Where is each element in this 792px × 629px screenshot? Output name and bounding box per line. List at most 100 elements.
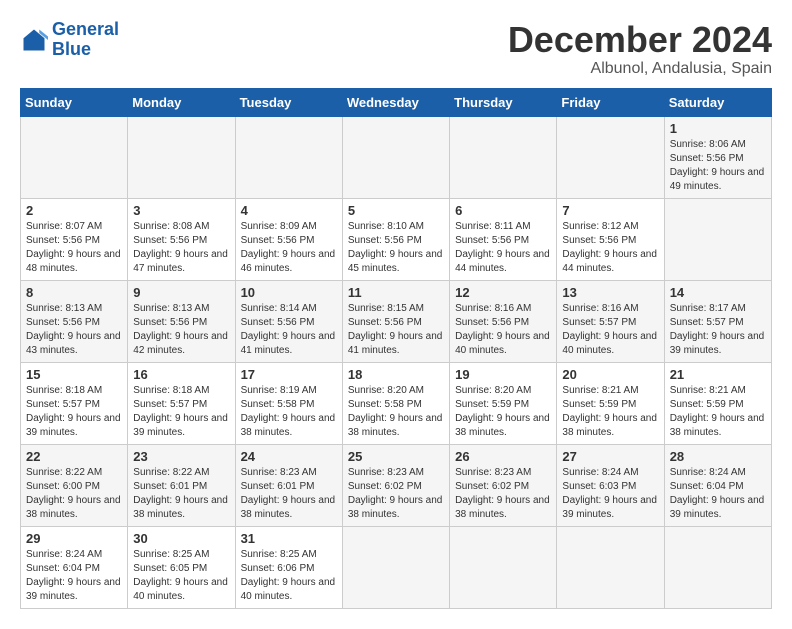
table-row: 16 Sunrise: 8:18 AMSunset: 5:57 PMDaylig…: [128, 362, 235, 444]
day-info: Sunrise: 8:25 AMSunset: 6:06 PMDaylight:…: [241, 549, 336, 602]
day-number: 21: [670, 367, 766, 382]
table-row: 21 Sunrise: 8:21 AMSunset: 5:59 PMDaylig…: [664, 362, 771, 444]
day-info: Sunrise: 8:24 AMSunset: 6:04 PMDaylight:…: [26, 549, 121, 602]
table-row: 10 Sunrise: 8:14 AMSunset: 5:56 PMDaylig…: [235, 280, 342, 362]
day-info: Sunrise: 8:21 AMSunset: 5:59 PMDaylight:…: [562, 385, 657, 438]
day-number: 5: [348, 203, 444, 218]
title-area: December 2024 Albunol, Andalusia, Spain: [508, 20, 772, 78]
calendar-week-row: 8 Sunrise: 8:13 AMSunset: 5:56 PMDayligh…: [21, 280, 772, 362]
day-number: 31: [241, 531, 337, 546]
day-info: Sunrise: 8:24 AMSunset: 6:03 PMDaylight:…: [562, 467, 657, 520]
day-info: Sunrise: 8:22 AMSunset: 6:01 PMDaylight:…: [133, 467, 228, 520]
table-row: 25 Sunrise: 8:23 AMSunset: 6:02 PMDaylig…: [342, 444, 449, 526]
calendar-week-row: 1 Sunrise: 8:06 AMSunset: 5:56 PMDayligh…: [21, 116, 772, 198]
day-number: 2: [26, 203, 122, 218]
table-row: 6 Sunrise: 8:11 AMSunset: 5:56 PMDayligh…: [450, 198, 557, 280]
day-info: Sunrise: 8:19 AMSunset: 5:58 PMDaylight:…: [241, 385, 336, 438]
day-number: 16: [133, 367, 229, 382]
table-row: 22 Sunrise: 8:22 AMSunset: 6:00 PMDaylig…: [21, 444, 128, 526]
day-number: 27: [562, 449, 658, 464]
day-number: 23: [133, 449, 229, 464]
table-row: [450, 526, 557, 608]
table-row: 12 Sunrise: 8:16 AMSunset: 5:56 PMDaylig…: [450, 280, 557, 362]
day-info: Sunrise: 8:14 AMSunset: 5:56 PMDaylight:…: [241, 303, 336, 356]
table-row: [342, 116, 449, 198]
logo-icon: [20, 26, 48, 54]
day-number: 25: [348, 449, 444, 464]
day-info: Sunrise: 8:22 AMSunset: 6:00 PMDaylight:…: [26, 467, 121, 520]
table-row: 20 Sunrise: 8:21 AMSunset: 5:59 PMDaylig…: [557, 362, 664, 444]
table-row: 7 Sunrise: 8:12 AMSunset: 5:56 PMDayligh…: [557, 198, 664, 280]
day-info: Sunrise: 8:10 AMSunset: 5:56 PMDaylight:…: [348, 221, 443, 274]
day-number: 1: [670, 121, 766, 136]
table-row: 14 Sunrise: 8:17 AMSunset: 5:57 PMDaylig…: [664, 280, 771, 362]
day-number: 17: [241, 367, 337, 382]
header-tuesday: Tuesday: [235, 88, 342, 116]
day-info: Sunrise: 8:09 AMSunset: 5:56 PMDaylight:…: [241, 221, 336, 274]
day-info: Sunrise: 8:23 AMSunset: 6:02 PMDaylight:…: [455, 467, 550, 520]
table-row: 27 Sunrise: 8:24 AMSunset: 6:03 PMDaylig…: [557, 444, 664, 526]
table-row: 17 Sunrise: 8:19 AMSunset: 5:58 PMDaylig…: [235, 362, 342, 444]
day-info: Sunrise: 8:23 AMSunset: 6:02 PMDaylight:…: [348, 467, 443, 520]
table-row: [21, 116, 128, 198]
day-info: Sunrise: 8:25 AMSunset: 6:05 PMDaylight:…: [133, 549, 228, 602]
table-row: 8 Sunrise: 8:13 AMSunset: 5:56 PMDayligh…: [21, 280, 128, 362]
table-row: [128, 116, 235, 198]
day-number: 9: [133, 285, 229, 300]
day-info: Sunrise: 8:13 AMSunset: 5:56 PMDaylight:…: [133, 303, 228, 356]
table-row: 11 Sunrise: 8:15 AMSunset: 5:56 PMDaylig…: [342, 280, 449, 362]
day-number: 26: [455, 449, 551, 464]
day-info: Sunrise: 8:20 AMSunset: 5:59 PMDaylight:…: [455, 385, 550, 438]
day-number: 4: [241, 203, 337, 218]
day-info: Sunrise: 8:08 AMSunset: 5:56 PMDaylight:…: [133, 221, 228, 274]
table-row: [664, 526, 771, 608]
header-wednesday: Wednesday: [342, 88, 449, 116]
logo-text: General Blue: [52, 20, 119, 60]
day-info: Sunrise: 8:23 AMSunset: 6:01 PMDaylight:…: [241, 467, 336, 520]
header-monday: Monday: [128, 88, 235, 116]
table-row: [664, 198, 771, 280]
day-number: 15: [26, 367, 122, 382]
header-saturday: Saturday: [664, 88, 771, 116]
day-number: 20: [562, 367, 658, 382]
table-row: 1 Sunrise: 8:06 AMSunset: 5:56 PMDayligh…: [664, 116, 771, 198]
calendar-week-row: 22 Sunrise: 8:22 AMSunset: 6:00 PMDaylig…: [21, 444, 772, 526]
location-title: Albunol, Andalusia, Spain: [508, 60, 772, 78]
calendar-week-row: 15 Sunrise: 8:18 AMSunset: 5:57 PMDaylig…: [21, 362, 772, 444]
day-info: Sunrise: 8:06 AMSunset: 5:56 PMDaylight:…: [670, 139, 765, 192]
day-info: Sunrise: 8:18 AMSunset: 5:57 PMDaylight:…: [133, 385, 228, 438]
calendar-table: Sunday Monday Tuesday Wednesday Thursday…: [20, 88, 772, 609]
day-number: 13: [562, 285, 658, 300]
table-row: 3 Sunrise: 8:08 AMSunset: 5:56 PMDayligh…: [128, 198, 235, 280]
day-info: Sunrise: 8:11 AMSunset: 5:56 PMDaylight:…: [455, 221, 550, 274]
day-number: 14: [670, 285, 766, 300]
day-info: Sunrise: 8:21 AMSunset: 5:59 PMDaylight:…: [670, 385, 765, 438]
calendar-week-row: 29 Sunrise: 8:24 AMSunset: 6:04 PMDaylig…: [21, 526, 772, 608]
calendar-week-row: 2 Sunrise: 8:07 AMSunset: 5:56 PMDayligh…: [21, 198, 772, 280]
table-row: 29 Sunrise: 8:24 AMSunset: 6:04 PMDaylig…: [21, 526, 128, 608]
table-row: [557, 526, 664, 608]
day-number: 19: [455, 367, 551, 382]
day-number: 12: [455, 285, 551, 300]
day-number: 10: [241, 285, 337, 300]
table-row: [235, 116, 342, 198]
day-number: 7: [562, 203, 658, 218]
table-row: 30 Sunrise: 8:25 AMSunset: 6:05 PMDaylig…: [128, 526, 235, 608]
day-info: Sunrise: 8:16 AMSunset: 5:57 PMDaylight:…: [562, 303, 657, 356]
day-info: Sunrise: 8:16 AMSunset: 5:56 PMDaylight:…: [455, 303, 550, 356]
day-number: 28: [670, 449, 766, 464]
table-row: 4 Sunrise: 8:09 AMSunset: 5:56 PMDayligh…: [235, 198, 342, 280]
table-row: 24 Sunrise: 8:23 AMSunset: 6:01 PMDaylig…: [235, 444, 342, 526]
header-thursday: Thursday: [450, 88, 557, 116]
header-friday: Friday: [557, 88, 664, 116]
table-row: 18 Sunrise: 8:20 AMSunset: 5:58 PMDaylig…: [342, 362, 449, 444]
day-number: 11: [348, 285, 444, 300]
table-row: [557, 116, 664, 198]
day-info: Sunrise: 8:15 AMSunset: 5:56 PMDaylight:…: [348, 303, 443, 356]
header-sunday: Sunday: [21, 88, 128, 116]
table-row: [450, 116, 557, 198]
table-row: 28 Sunrise: 8:24 AMSunset: 6:04 PMDaylig…: [664, 444, 771, 526]
calendar-header-row: Sunday Monday Tuesday Wednesday Thursday…: [21, 88, 772, 116]
day-info: Sunrise: 8:20 AMSunset: 5:58 PMDaylight:…: [348, 385, 443, 438]
day-info: Sunrise: 8:12 AMSunset: 5:56 PMDaylight:…: [562, 221, 657, 274]
